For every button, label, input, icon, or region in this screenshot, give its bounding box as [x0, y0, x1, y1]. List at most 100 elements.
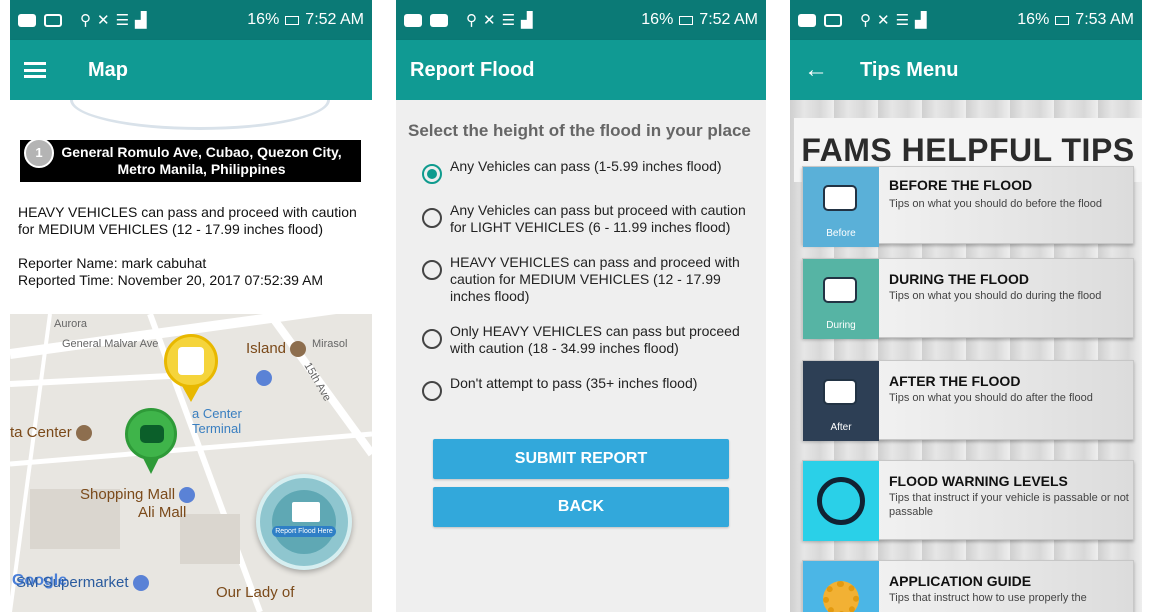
reported-time: Reported Time: November 20, 2017 07:52:3… [18, 272, 324, 288]
tip-description: Tips that instruct how to use properly t… [889, 592, 1087, 604]
battery-percent: 16% [1017, 11, 1050, 28]
battery-icon [1055, 15, 1070, 25]
location-icon: ⚲ [80, 12, 91, 29]
map-label-terminal: a Center Terminal [192, 406, 242, 436]
map-label-aurora: Aurora [54, 318, 88, 330]
map-info-panel[interactable]: General Romulo Ave, Cubao, Quezon City, … [10, 100, 372, 314]
report-flood-screen: ⚲ ✕ ☰ ▟ 16% 7:52 AM Report Flood Select the … [396, 0, 766, 612]
radio-button[interactable] [422, 260, 442, 280]
car-icon [140, 425, 164, 443]
app-bar: Report Flood [396, 40, 766, 100]
radio-button[interactable] [422, 381, 442, 401]
flood-option-4[interactable]: Only HEAVY VEHICLES can pass but proceed… [408, 323, 754, 357]
tip-title: APPLICATION GUIDE [889, 573, 1032, 589]
address-label: General Romulo Ave, Cubao, Quezon City, … [20, 140, 361, 182]
mute-icon: ✕ [483, 12, 496, 29]
back-arrow-icon[interactable]: ← [804, 56, 830, 84]
page-title: Report Flood [410, 58, 535, 81]
wifi-icon: ☰ [895, 12, 910, 29]
map-label-lady: Our Lady of [216, 584, 295, 601]
back-button[interactable]: BACK [433, 487, 729, 527]
map-label-malvar: General Malvar Ave [62, 338, 159, 350]
mute-icon: ✕ [97, 12, 110, 29]
submit-report-button[interactable]: SUBMIT REPORT [433, 439, 729, 479]
video-icon [430, 13, 448, 27]
report-flood-button[interactable]: Report Flood Here [256, 474, 352, 570]
clock: 7:53 AM [1075, 11, 1134, 28]
mute-icon: ✕ [877, 12, 890, 29]
gallery-icon [824, 13, 842, 27]
radio-button[interactable] [422, 164, 442, 184]
battery-percent: 16% [247, 11, 280, 28]
app-bar: ← Tips Menu [790, 40, 1142, 100]
signal-icon: ▟ [135, 12, 147, 29]
tip-card-warning-levels[interactable]: FLOOD WARNING LEVELS Tips that instruct … [802, 460, 1134, 541]
map-label-island: Island [246, 340, 307, 358]
gallery-icon [44, 13, 62, 27]
option-label: Any Vehicles can pass but proceed with c… [450, 202, 746, 235]
map-road [70, 100, 330, 130]
status-bar: ⚲ ✕ ☰ ▟ 16% 7:53 AM [790, 0, 1142, 40]
after-flood-icon: After [803, 361, 879, 441]
flood-marker[interactable] [125, 408, 177, 460]
flood-option-3[interactable]: HEAVY VEHICLES can pass and proceed with… [408, 254, 754, 305]
menu-icon[interactable] [24, 62, 46, 78]
radio-button[interactable] [422, 329, 442, 349]
map-label-mall: Shopping Mall [80, 486, 196, 504]
status-bar: ⚲ ✕ ☰ ▟ 16% 7:52 AM [10, 0, 372, 40]
tip-card-after[interactable]: After AFTER THE FLOOD Tips on what you s… [802, 360, 1134, 441]
message-icon [18, 13, 36, 27]
question-label: Select the height of the flood in your p… [408, 121, 751, 140]
clock: 7:52 AM [699, 11, 758, 28]
page-title: Tips Menu [860, 58, 959, 81]
reporter-marker[interactable] [164, 334, 218, 388]
reporter-name: Reporter Name: mark cabuhat [18, 255, 207, 271]
map-screen: ⚲ ✕ ☰ ▟ 16% 7:52 AM Map General Romulo Ave, … [10, 0, 372, 612]
flood-option-2[interactable]: Any Vehicles can pass but proceed with c… [408, 202, 754, 236]
flood-description: HEAVY VEHICLES can pass and proceed with… [18, 204, 357, 237]
tip-title: DURING THE FLOOD [889, 271, 1029, 287]
tip-card-during[interactable]: During DURING THE FLOOD Tips on what you… [802, 258, 1134, 339]
map-label-supermarket: SM Supermarket [16, 574, 149, 592]
option-label: Don't attempt to pass (35+ inches flood) [450, 375, 698, 391]
wifi-icon: ☰ [501, 12, 516, 29]
page-title: Map [88, 58, 128, 81]
compass-icon[interactable]: 1 [24, 138, 54, 168]
tip-card-app-guide[interactable]: APPLICATION GUIDE Tips that instruct how… [802, 560, 1134, 612]
tip-title: FLOOD WARNING LEVELS [889, 473, 1068, 489]
shop-icon [256, 370, 272, 386]
map-label-ali: Ali Mall [138, 504, 187, 521]
flood-option-1[interactable]: Any Vehicles can pass (1-5.99 inches flo… [408, 158, 754, 184]
report-form: Select the height of the flood in your p… [396, 100, 766, 612]
signal-icon: ▟ [915, 12, 927, 29]
app-bar: Map [10, 40, 372, 100]
map-label-center: ta Center [10, 424, 92, 442]
wifi-icon: ☰ [115, 12, 130, 29]
before-flood-icon: Before [803, 167, 879, 247]
warning-levels-icon [803, 461, 879, 541]
battery-percent: 16% [641, 11, 674, 28]
message-icon [404, 13, 422, 27]
report-flood-label: Report Flood Here [272, 526, 336, 537]
tip-description: Tips on what you should do after the flo… [889, 392, 1093, 404]
signal-icon: ▟ [521, 12, 533, 29]
location-icon: ⚲ [860, 12, 871, 29]
tip-description: Tips that instruct if your vehicle is pa… [889, 492, 1129, 518]
tips-menu-screen: ⚲ ✕ ☰ ▟ 16% 7:53 AM ← Tips Menu FAMS HELPFUL… [790, 0, 1142, 612]
battery-icon [679, 15, 694, 25]
report-info: HEAVY VEHICLES can pass and proceed with… [18, 204, 363, 289]
map-view[interactable]: Aurora General Malvar Ave Mirasol 15th A… [10, 314, 372, 612]
location-icon: ⚲ [466, 12, 477, 29]
tip-description: Tips on what you should do before the fl… [889, 198, 1103, 210]
radio-button[interactable] [422, 208, 442, 228]
flood-option-5[interactable]: Don't attempt to pass (35+ inches flood) [408, 375, 754, 401]
option-label: HEAVY VEHICLES can pass and proceed with… [450, 254, 740, 304]
tip-title: AFTER THE FLOOD [889, 373, 1021, 389]
tip-description: Tips on what you should do during the fl… [889, 290, 1102, 302]
option-label: Any Vehicles can pass (1-5.99 inches flo… [450, 158, 722, 174]
message-icon [798, 13, 816, 27]
clock: 7:52 AM [305, 11, 364, 28]
gear-icon [803, 561, 879, 612]
tip-card-before[interactable]: Before BEFORE THE FLOOD Tips on what you… [802, 166, 1134, 247]
tip-title: BEFORE THE FLOOD [889, 177, 1033, 193]
